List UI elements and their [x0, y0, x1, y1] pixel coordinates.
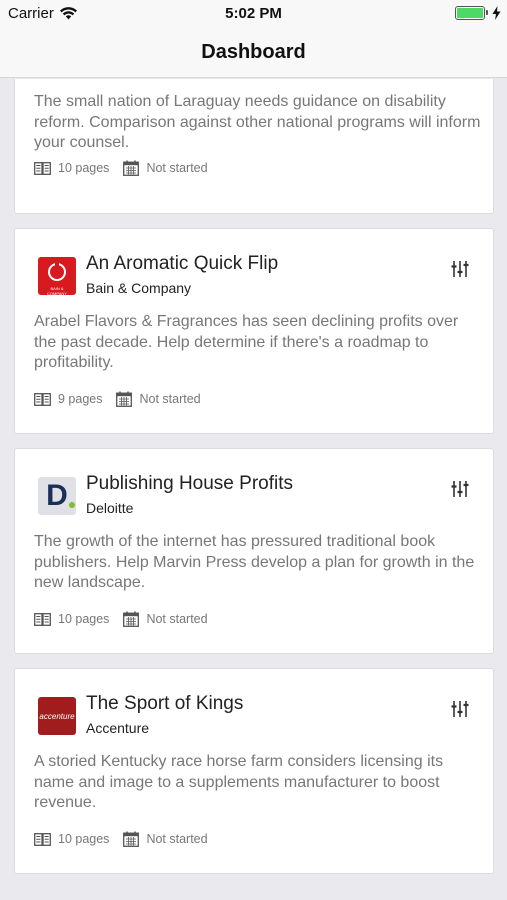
case-meta: 10 pages Not started	[34, 611, 222, 627]
case-card[interactable]: BAIN & COMPANY An Aromatic Quick Flip Ba…	[14, 228, 494, 434]
case-title: An Aromatic Quick Flip	[86, 253, 279, 274]
calendar-icon	[123, 611, 140, 627]
status-time: 5:02 PM	[225, 5, 282, 22]
calendar-icon	[123, 831, 140, 847]
page-count: 10 pages	[58, 161, 110, 175]
battery-icon	[455, 6, 488, 20]
accenture-logo: accenture	[38, 697, 76, 735]
book-icon	[34, 161, 51, 175]
case-description: The small nation of Laraguay needs guida…	[34, 93, 481, 151]
case-card[interactable]: accenture The Sport of Kings Accenture A…	[14, 668, 494, 874]
case-status: Not started	[146, 612, 208, 626]
case-meta: 9 pages Not started	[34, 391, 215, 407]
sliders-icon[interactable]	[451, 701, 469, 717]
charging-bolt-icon	[492, 6, 501, 20]
case-list[interactable]: The small nation of Laraguay needs guida…	[0, 79, 507, 900]
case-status: Not started	[146, 161, 208, 175]
calendar-icon	[116, 391, 133, 407]
page-count: 10 pages	[58, 832, 110, 846]
bain-logo: BAIN & COMPANY	[38, 257, 76, 295]
page-count: 10 pages	[58, 612, 110, 626]
case-meta: 10 pages Not started	[34, 831, 222, 847]
page-title: Dashboard	[201, 41, 306, 63]
sliders-icon[interactable]	[451, 261, 469, 277]
page-count: 9 pages	[58, 392, 103, 406]
nav-bar: Dashboard	[0, 28, 507, 78]
case-title: Publishing House Profits	[86, 473, 293, 494]
case-description: A storied Kentucky race horse farm consi…	[34, 753, 444, 811]
sliders-icon[interactable]	[451, 481, 469, 497]
case-status: Not started	[146, 832, 208, 846]
battery-group	[455, 6, 501, 20]
case-title: The Sport of Kings	[86, 693, 244, 714]
book-icon	[34, 392, 51, 406]
case-card[interactable]: The small nation of Laraguay needs guida…	[14, 79, 494, 214]
book-icon	[34, 612, 51, 626]
case-description: The growth of the internet has pressured…	[34, 533, 475, 591]
book-icon	[34, 832, 51, 846]
case-card[interactable]: D Publishing House Profits Deloitte The …	[14, 448, 494, 654]
case-status: Not started	[139, 392, 201, 406]
case-meta: 10 pages Not started	[34, 160, 222, 176]
case-company: Deloitte	[86, 500, 134, 516]
case-company: Accenture	[86, 720, 150, 736]
case-company: Bain & Company	[86, 280, 192, 296]
status-bar: Carrier 5:02 PM	[0, 0, 507, 28]
calendar-icon	[123, 160, 140, 176]
deloitte-logo: D	[38, 477, 76, 515]
case-description: Arabel Flavors & Fragrances has seen dec…	[34, 313, 459, 371]
